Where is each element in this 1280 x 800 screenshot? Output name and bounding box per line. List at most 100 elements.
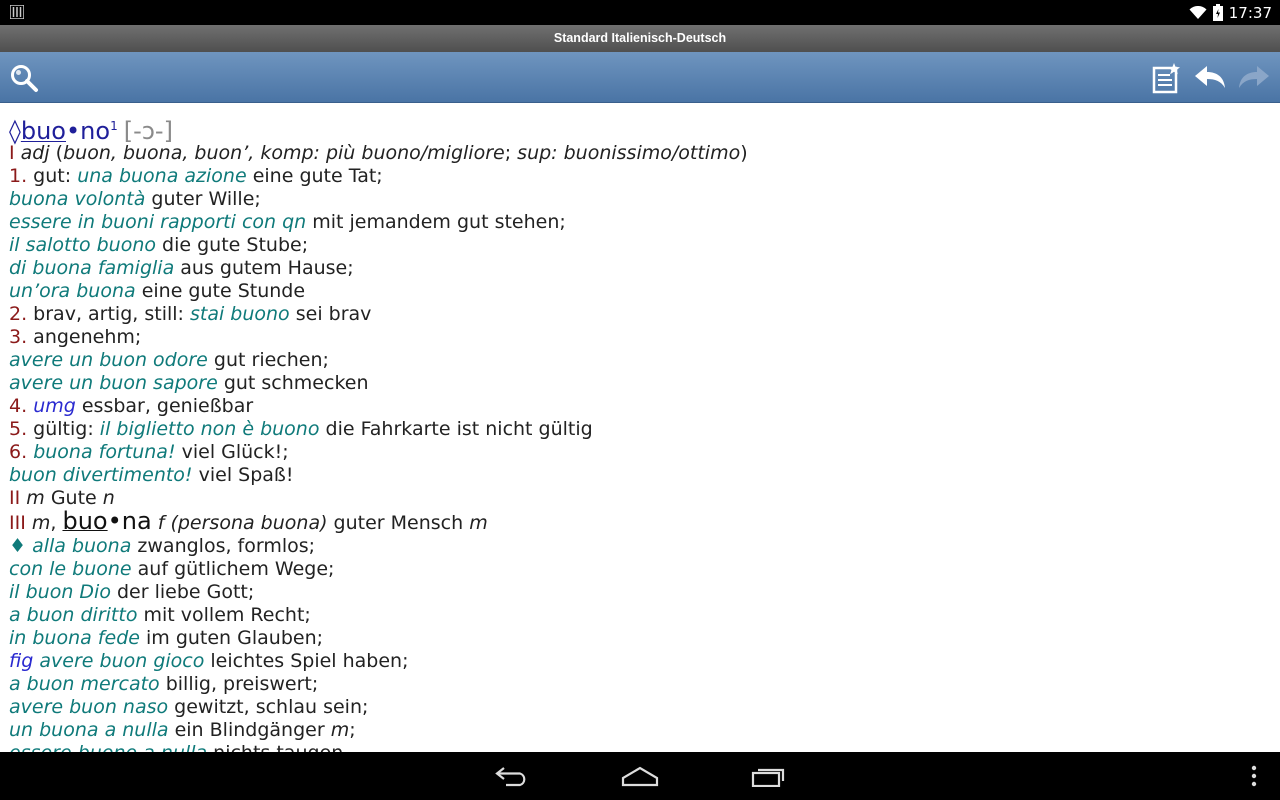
sense-number: 3. <box>9 326 28 348</box>
bookmark-list-icon <box>1152 63 1180 94</box>
translation-text: leichtes Spiel haben; <box>204 650 409 672</box>
entry-line: di buona famiglia aus gutem Hause; <box>9 257 1280 280</box>
example-phrase: un buona a nulla <box>9 719 169 741</box>
translation-text: viel Glück!; <box>175 441 289 463</box>
example-phrase: con le buone <box>9 558 132 580</box>
pronunciation: [-ɔ-] <box>123 117 173 145</box>
roman-numeral: II <box>9 487 21 509</box>
entry-mark: ◊ <box>9 117 21 145</box>
grammar-label: m <box>469 512 488 534</box>
roman-numeral: III <box>9 512 26 534</box>
entry-line: ♦ alla buona zwanglos, formlos; <box>9 535 1280 558</box>
translation-text: , <box>50 512 63 534</box>
entry-line: buon divertimento! viel Spaß! <box>9 464 1280 487</box>
entry-line: in buona fede im guten Glauben; <box>9 627 1280 650</box>
entry-line: II m Gute n <box>9 487 1280 510</box>
entry-line: 1. gut: una buona azione eine gute Tat; <box>9 165 1280 188</box>
entry-line: fig avere buon gioco leichtes Spiel habe… <box>9 650 1280 673</box>
example-phrase: il salotto buono <box>9 234 156 256</box>
sense-number: 1. <box>9 165 28 187</box>
nav-back-button[interactable] <box>492 762 532 790</box>
back-arrow-icon <box>1195 66 1225 88</box>
entry-line: buona volontà guter Wille; <box>9 188 1280 211</box>
register-label: fig <box>9 650 34 672</box>
dictionary-entry-view[interactable]: ◊buo•no1 [-ɔ-] I adj (buon, buona, buon’,… <box>0 103 1280 752</box>
headword-line: ◊buo•no1 [-ɔ-] <box>9 111 1280 146</box>
grammar-label: m <box>31 512 51 534</box>
translation-text: auf gütlichem Wege; <box>131 558 335 580</box>
overflow-menu-icon <box>1251 765 1257 787</box>
example-phrase: buona volontà <box>9 188 146 210</box>
entry-line: il salotto buono die gute Stube; <box>9 234 1280 257</box>
homograph-number: 1 <box>110 119 118 133</box>
wifi-icon <box>1189 5 1207 19</box>
dictionary-entry: ◊buo•no1 [-ɔ-] I adj (buon, buona, buon’,… <box>9 111 1280 752</box>
syllable-dot: • <box>66 117 81 145</box>
status-indicators: 17:37 <box>1189 3 1272 22</box>
example-phrase: avere buon naso <box>9 696 169 718</box>
translation-text: ein Blindgänger <box>168 719 331 741</box>
entry-line: I adj (buon, buona, buon’, komp: più buo… <box>9 142 1280 165</box>
entry-line: 4. umg essbar, genießbar <box>9 395 1280 418</box>
sub-headword: buo•na <box>62 507 152 535</box>
translation-text: ( <box>49 142 64 164</box>
translation-text: die gute Stube; <box>156 234 309 256</box>
notification-icon <box>10 5 24 19</box>
sense-number: 2. <box>9 303 28 325</box>
entry-line: essere in buoni rapporti con qn mit jema… <box>9 211 1280 234</box>
overflow-menu-button[interactable] <box>1234 762 1274 790</box>
example-phrase: ♦ alla buona <box>9 535 132 557</box>
nav-home-button[interactable] <box>620 762 660 790</box>
entry-line: un buona a nulla ein Blindgänger m; <box>9 719 1280 742</box>
example-phrase: a buon mercato <box>9 673 160 695</box>
translation-text: die Fahrkarte ist nicht gültig <box>319 418 593 440</box>
translation-text: viel Spaß! <box>192 464 294 486</box>
example-phrase: di buona famiglia <box>9 257 175 279</box>
system-nav-bar <box>0 752 1280 800</box>
example-phrase: a buon diritto <box>9 604 138 626</box>
nav-home-icon <box>621 766 659 787</box>
headword: buo•no <box>21 117 110 145</box>
sense-number: 5. <box>9 418 28 440</box>
nav-recents-button[interactable] <box>749 762 789 790</box>
translation-text: gewitzt, schlau sein; <box>168 696 369 718</box>
example-phrase: in buona fede <box>9 627 140 649</box>
translation-text: brav, artig, still: <box>27 303 190 325</box>
example-phrase: una buona azione <box>77 165 247 187</box>
entry-line: 3. angenehm; <box>9 326 1280 349</box>
grammar-label: m <box>330 719 350 741</box>
translation-text: aus gutem Hause; <box>174 257 354 279</box>
translation-text: billig, preiswert; <box>159 673 319 695</box>
example-phrase: buona fortuna! <box>33 441 176 463</box>
headword-syllable-2: no <box>80 117 111 145</box>
translation-text: gut riechen; <box>207 349 329 371</box>
translation-text: zwanglos, formlos; <box>131 535 316 557</box>
forward-button[interactable] <box>1236 60 1272 96</box>
translation-text: eine gute Stunde <box>135 280 306 302</box>
entry-lines: I adj (buon, buona, buon’, komp: più buo… <box>9 142 1280 752</box>
example-phrase: un’ora buona <box>9 280 136 302</box>
translation-text: mit vollem Recht; <box>137 604 311 626</box>
forward-arrow-icon <box>1239 66 1269 88</box>
headword-syllable-1: buo <box>20 117 66 145</box>
grammar-label: sup: buonissimo/ottimo <box>517 142 741 164</box>
entry-line: avere un buon odore gut riechen; <box>9 349 1280 372</box>
search-button[interactable] <box>6 60 42 96</box>
translation-text: gut schmecken <box>217 372 369 394</box>
example-phrase: essere buono a nulla <box>9 742 207 752</box>
grammar-label: buon, buona, buon’, komp: più buono/migl… <box>63 142 505 164</box>
example-phrase: buon divertimento! <box>9 464 193 486</box>
entry-line: il buon Dio der liebe Gott; <box>9 581 1280 604</box>
back-button[interactable] <box>1192 60 1228 96</box>
example-phrase: il buon Dio <box>9 581 111 603</box>
favorites-button[interactable] <box>1148 60 1184 96</box>
nav-recents-icon <box>751 768 785 787</box>
translation-text: essbar, genießbar <box>75 395 254 417</box>
entry-line: avere un buon sapore gut schmecken <box>9 372 1280 395</box>
status-bar: 17:37 <box>0 0 1280 25</box>
entry-line: 6. buona fortuna! viel Glück!; <box>9 441 1280 464</box>
app-title-bar: Standard Italienisch-Deutsch <box>0 25 1280 52</box>
entry-line: 2. brav, artig, still: stai buono sei br… <box>9 303 1280 326</box>
translation-text: ) <box>740 142 748 164</box>
grammar-label: m <box>26 487 45 509</box>
